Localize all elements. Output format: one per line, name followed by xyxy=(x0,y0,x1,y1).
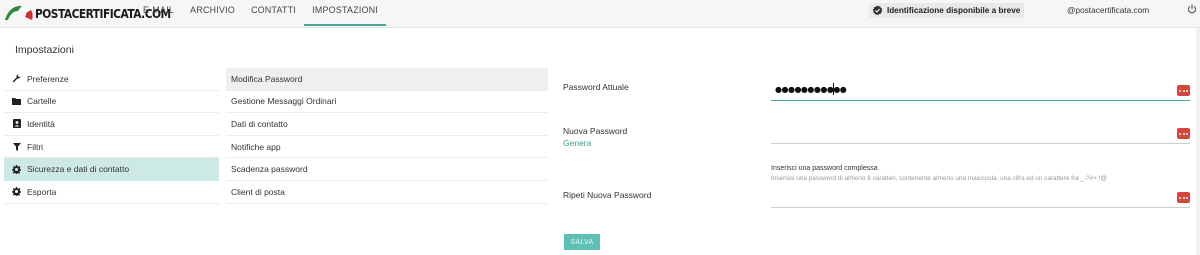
sidebar-item-label: Sicurezza e dati di contatto xyxy=(27,164,130,175)
id-card-icon xyxy=(12,119,21,129)
filter-icon xyxy=(12,142,21,151)
current-password-label: Password Attuale xyxy=(563,82,629,92)
current-password-input[interactable] xyxy=(771,79,1151,99)
sidebar-item-label: Preferenze xyxy=(27,73,69,84)
security-submenu: Modifica Password Gestione Messaggi Ordi… xyxy=(226,68,548,204)
page-title: Impostazioni xyxy=(15,44,74,56)
sidebar-item-label: Esporta xyxy=(27,186,57,197)
main-nav: E-MAIL ARCHIVIO CONTATTI IMPOSTAZIONI xyxy=(135,0,387,27)
password-hint-text: Inserisci una password di almeno 8 carat… xyxy=(771,175,1107,182)
nav-impostazioni[interactable]: IMPOSTAZIONI xyxy=(304,0,387,27)
sidebar-item-sicurezza[interactable]: Sicurezza e dati di contatto xyxy=(4,158,219,181)
new-password-input[interactable] xyxy=(771,122,1151,142)
flag-logo-icon xyxy=(5,5,33,20)
scrollbar-track[interactable] xyxy=(1196,28,1200,255)
badge-text: Identificazione disponibile a breve xyxy=(887,6,1021,15)
user-email[interactable]: @postacertificata.com xyxy=(1067,5,1149,15)
nav-archivio[interactable]: ARCHIVIO xyxy=(182,0,243,27)
repeat-password-field xyxy=(771,186,1190,208)
submenu-item-scadenza-password[interactable]: Scadenza password xyxy=(226,158,548,181)
sidebar-item-label: Identità xyxy=(27,118,55,129)
nav-email[interactable]: E-MAIL xyxy=(135,0,182,27)
sidebar-item-filtri[interactable]: Filtri xyxy=(4,136,219,159)
folder-icon xyxy=(12,97,21,106)
repeat-password-label: Ripeti Nuova Password xyxy=(563,190,652,200)
settings-sidebar: Preferenze Cartelle Identità Filtri Sicu… xyxy=(4,68,219,204)
repeat-password-input[interactable] xyxy=(771,186,1151,206)
submenu-item-notifiche-app[interactable]: Notifiche app xyxy=(226,136,548,159)
generate-password-link[interactable]: Genera xyxy=(563,138,591,148)
sidebar-item-label: Filtri xyxy=(27,141,44,152)
password-generator-icon[interactable] xyxy=(1177,85,1190,96)
new-password-field xyxy=(771,122,1190,144)
new-password-label: Nuova Password xyxy=(563,126,628,136)
submenu-item-gestione-messaggi[interactable]: Gestione Messaggi Ordinari xyxy=(226,91,548,114)
password-hint-title: Inserisci una password complessa xyxy=(771,165,878,172)
text-caret xyxy=(833,83,834,95)
submenu-item-client-posta[interactable]: Client di posta xyxy=(226,181,548,204)
password-generator-icon[interactable] xyxy=(1177,128,1190,139)
nav-contatti[interactable]: CONTATTI xyxy=(243,0,304,27)
submenu-item-dati-contatto[interactable]: Dati di contatto xyxy=(226,113,548,136)
current-password-field xyxy=(771,79,1190,101)
power-icon[interactable] xyxy=(1187,4,1197,14)
sidebar-item-identita[interactable]: Identità xyxy=(4,113,219,136)
gear-icon xyxy=(12,187,21,197)
verified-badge-icon xyxy=(872,5,883,16)
gear-icon xyxy=(12,164,21,174)
submenu-item-modifica-password[interactable]: Modifica Password xyxy=(226,68,548,91)
top-bar: POSTACERTIFICATA.COM E-MAIL ARCHIVIO CON… xyxy=(0,0,1200,28)
identification-badge[interactable]: Identificazione disponibile a breve xyxy=(869,3,1025,18)
save-button[interactable]: SALVA xyxy=(564,234,600,250)
sidebar-item-cartelle[interactable]: Cartelle xyxy=(4,91,219,114)
sidebar-item-preferenze[interactable]: Preferenze xyxy=(4,68,219,91)
sidebar-item-label: Cartelle xyxy=(27,96,57,107)
wrench-icon xyxy=(12,74,21,83)
sidebar-item-esporta[interactable]: Esporta xyxy=(4,181,219,204)
password-generator-icon[interactable] xyxy=(1177,192,1190,203)
